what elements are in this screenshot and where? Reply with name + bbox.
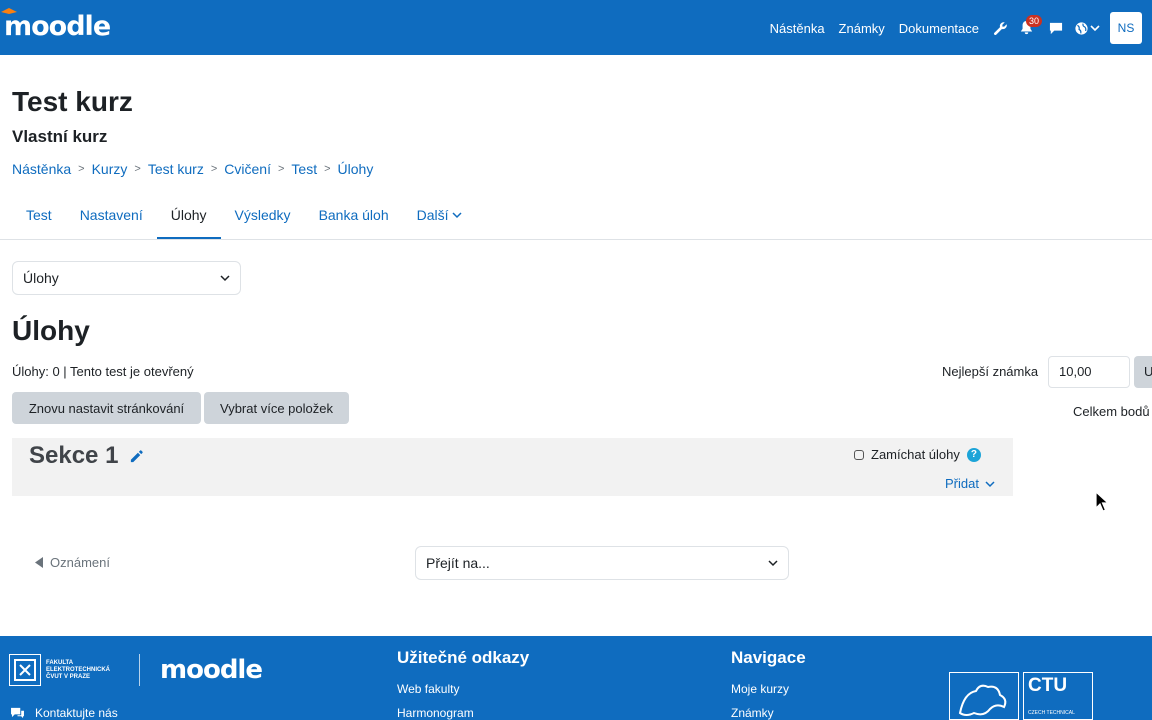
breadcrumb: Nástěnka > Kurzy > Test kurz > Cvičení > Tes… — [12, 161, 374, 177]
max-grade-input[interactable]: 10,00 — [1048, 356, 1130, 388]
chevron-down-icon — [1090, 25, 1100, 32]
ctu-text-box: CTU CZECH TECHNICAL — [1023, 672, 1093, 720]
section-title: Sekce 1 — [29, 442, 119, 469]
add-menu[interactable]: Přidat — [945, 476, 995, 491]
ctu-lion-icon — [949, 672, 1019, 720]
chevron-down-icon — [768, 560, 778, 567]
tab-test[interactable]: Test — [12, 190, 66, 239]
page-subtitle: Vlastní kurz — [12, 127, 108, 146]
globe-icon — [1075, 21, 1088, 35]
user-avatar[interactable]: NS — [1110, 12, 1142, 44]
breadcrumb-item-dashboard[interactable]: Nástěnka — [12, 161, 71, 177]
tab-results[interactable]: Výsledky — [221, 190, 305, 239]
pencil-icon[interactable] — [129, 449, 144, 469]
max-grade-label: Nejlepší známka — [942, 364, 1039, 379]
total-marks-label: Celkem bodů — [1073, 404, 1150, 419]
footer-link-my-courses[interactable]: Moje kurzy — [731, 682, 789, 696]
fel-logo-text: FAKULTA ELEKTROTECHNICKÁ ČVUT V PRAZE — [46, 659, 110, 680]
contact-link[interactable]: Kontaktujte nás — [10, 706, 118, 720]
nav-link-documentation[interactable]: Dokumentace — [899, 21, 979, 36]
fel-emblem-icon — [9, 654, 41, 686]
top-navbar: moodle Nástěnka Známky Dokumentace 30 NS — [0, 0, 1152, 55]
footer-divider — [139, 654, 140, 686]
breadcrumb-item-courses[interactable]: Kurzy — [92, 161, 128, 177]
secondary-nav-divider — [0, 239, 1152, 240]
wrench-icon[interactable] — [993, 21, 1008, 36]
notification-badge: 30 — [1025, 15, 1042, 27]
shuffle-questions: Zamíchat úlohy ? — [854, 447, 981, 462]
chevron-down-icon — [452, 211, 462, 218]
page-footer: FAKULTA ELEKTROTECHNICKÁ ČVUT V PRAZE mo… — [0, 636, 1152, 720]
breadcrumb-item-course[interactable]: Test kurz — [148, 161, 204, 177]
quiz-status: Úlohy: 0 | Tento test je otevřený — [12, 364, 194, 379]
caret-left-icon — [35, 557, 43, 568]
fel-logo[interactable]: FAKULTA ELEKTROTECHNICKÁ ČVUT V PRAZE — [9, 654, 126, 686]
ctu-logo[interactable]: CTU CZECH TECHNICAL — [949, 672, 1093, 720]
footer-link-faculty-web[interactable]: Web fakulty — [397, 682, 459, 696]
chat-icon — [11, 707, 24, 719]
breadcrumb-item-quiz[interactable]: Test — [291, 161, 317, 177]
graduation-cap-icon — [1, 8, 17, 14]
nav-link-dashboard[interactable]: Nástěnka — [770, 21, 825, 36]
select-multiple-button[interactable]: Vybrat více položek — [204, 392, 349, 424]
chevron-down-icon — [220, 275, 230, 282]
secondary-navigation: Test Nastavení Úlohy Výsledky Banka úloh… — [12, 190, 476, 240]
repaginate-button[interactable]: Znovu nastavit stránkování — [12, 392, 201, 424]
mouse-cursor-icon — [1095, 491, 1109, 512]
jump-to-select[interactable]: Přejít na... — [415, 546, 789, 580]
tab-questions[interactable]: Úlohy — [156, 190, 221, 240]
page-title: Test kurz — [12, 86, 133, 117]
footer-useful-links-title: Užitečné odkazy — [397, 648, 530, 667]
tab-more[interactable]: Další — [403, 190, 476, 239]
tab-settings[interactable]: Nastavení — [66, 190, 157, 239]
shuffle-label: Zamíchat úlohy — [871, 447, 960, 462]
tab-question-bank[interactable]: Banka úloh — [305, 190, 403, 239]
breadcrumb-item-section[interactable]: Cvičení — [224, 161, 271, 177]
footer-link-schedule[interactable]: Harmonogram — [397, 706, 474, 720]
footer-moodle-logo[interactable]: moodle — [160, 653, 263, 687]
chevron-down-icon — [985, 480, 995, 487]
page-select[interactable]: Úlohy — [12, 261, 241, 295]
moodle-logo[interactable]: moodle — [1, 8, 111, 44]
ctu-title: CTU — [1028, 675, 1068, 696]
main-heading: Úlohy — [12, 315, 90, 346]
ctu-subtitle: CZECH TECHNICAL — [1028, 710, 1075, 716]
save-grade-button[interactable]: U — [1134, 356, 1152, 388]
breadcrumb-item-questions[interactable]: Úlohy — [338, 161, 374, 177]
shuffle-checkbox[interactable] — [854, 449, 864, 460]
nav-link-grades[interactable]: Známky — [839, 21, 885, 36]
notifications-bell-icon[interactable]: 30 — [1020, 15, 1042, 35]
quiz-section: Sekce 1 Zamíchat úlohy ? Přidat — [12, 438, 1013, 496]
messages-icon[interactable] — [1049, 22, 1063, 35]
language-menu[interactable] — [1075, 21, 1100, 35]
footer-navigation-title: Navigace — [731, 648, 806, 667]
help-icon[interactable]: ? — [966, 447, 981, 462]
previous-activity-link[interactable]: Oznámení — [35, 555, 110, 570]
footer-link-grades[interactable]: Známky — [731, 706, 774, 720]
